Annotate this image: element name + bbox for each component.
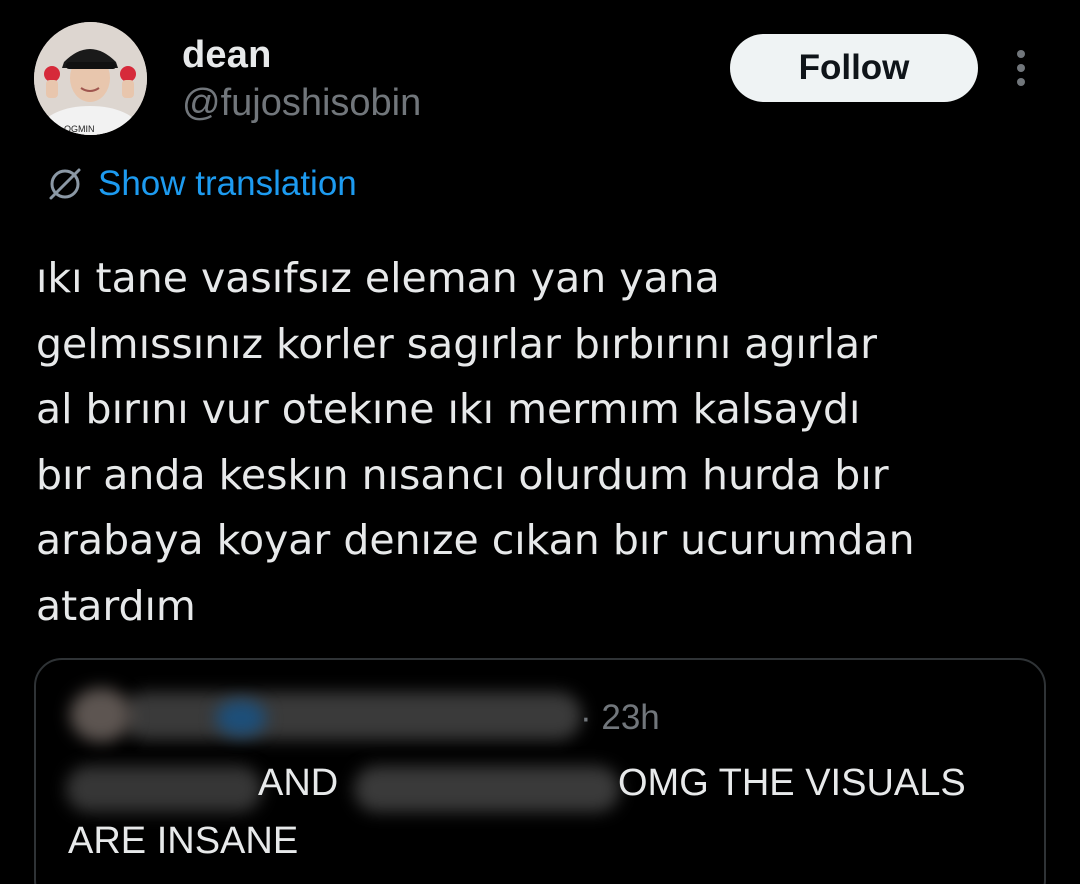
blurred-quote-text-1 (66, 766, 262, 812)
blurred-quote-avatar (70, 688, 132, 742)
author-display-name[interactable]: dean (182, 34, 272, 77)
globe-translate-icon (49, 168, 81, 200)
quote-text-line-2: ARE INSANE (68, 820, 299, 862)
user-avatar-photo-icon: OGMIN (34, 22, 147, 135)
more-options-icon[interactable] (1006, 46, 1036, 90)
avatar-shirt-text: OGMIN (64, 124, 95, 134)
tweet-screen: OGMIN dean @fujoshisobin Follow Show tra… (0, 0, 1080, 884)
blurred-quote-author-name (122, 692, 582, 740)
show-translation-link[interactable]: Show translation (46, 162, 357, 206)
tweet-header: OGMIN dean @fujoshisobin Follow (34, 22, 1054, 137)
avatar[interactable]: OGMIN (34, 22, 147, 135)
tweet-text: ıkı tane vasıfsız eleman yan yana gelmıs… (36, 254, 915, 630)
quote-timestamp[interactable]: · 23h (580, 698, 660, 738)
more-dot (1017, 50, 1025, 58)
more-dot (1017, 64, 1025, 72)
blurred-quote-text-2 (354, 766, 620, 812)
blurred-verified-badge (216, 700, 266, 736)
more-dot (1017, 78, 1025, 86)
author-handle[interactable]: @fujoshisobin (182, 82, 421, 125)
quote-text-omg: OMG THE VISUALS (618, 762, 966, 804)
quoted-tweet-card[interactable]: · 23h AND OMG THE VISUALS ARE INSANE (34, 658, 1046, 884)
quote-text-and: AND (258, 762, 339, 804)
follow-button[interactable]: Follow (730, 34, 978, 102)
show-translation-label: Show translation (98, 164, 357, 203)
